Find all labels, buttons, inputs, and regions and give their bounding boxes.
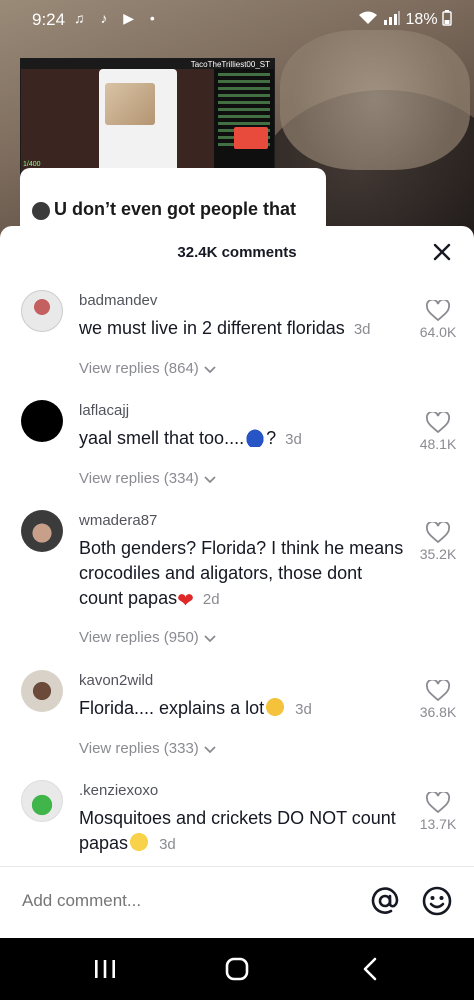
comment-body: Mosquitoes and crickets DO NOT count pap… bbox=[79, 808, 396, 853]
view-replies-button[interactable]: View replies (333) bbox=[79, 740, 217, 757]
heart-outline-icon[interactable] bbox=[426, 680, 450, 702]
avatar[interactable] bbox=[21, 290, 63, 332]
back-icon[interactable] bbox=[356, 956, 386, 982]
view-replies-button[interactable]: View replies (864) bbox=[79, 360, 217, 377]
status-right: 18% bbox=[357, 10, 452, 29]
comment-body: yaal smell that too.... bbox=[79, 428, 245, 448]
cap-emoji bbox=[244, 427, 267, 447]
caption-avatar bbox=[32, 202, 50, 220]
at-sign-icon[interactable] bbox=[369, 885, 401, 917]
eye-roll-emoji bbox=[128, 832, 151, 852]
comments-count-title: 32.4K comments bbox=[177, 244, 297, 261]
comments-sheet: 32.4K comments badmandev we must live in… bbox=[0, 226, 474, 938]
comment-date: 2d bbox=[202, 591, 220, 608]
like-button[interactable]: 36.8K bbox=[412, 680, 464, 720]
heart-outline-icon[interactable] bbox=[426, 522, 450, 544]
home-icon[interactable] bbox=[222, 956, 252, 982]
comment-username[interactable]: .kenziexoxo bbox=[79, 782, 158, 799]
chevron-down-icon bbox=[204, 476, 216, 484]
like-count: 36.8K bbox=[419, 704, 457, 720]
video-background[interactable]: TacoTheTrilliest00_ST 1/400 U don’t even… bbox=[0, 0, 474, 240]
like-button[interactable]: 13.7K bbox=[412, 792, 464, 832]
view-replies-label: View replies (333) bbox=[79, 740, 199, 757]
comment-text: Florida.... explains a lot 3d bbox=[79, 696, 409, 722]
like-button[interactable]: 48.1K bbox=[412, 412, 464, 452]
like-button[interactable]: 35.2K bbox=[412, 522, 464, 562]
comment-body: we must live in 2 different floridas bbox=[79, 318, 345, 338]
chevron-down-icon bbox=[204, 635, 216, 643]
close-icon[interactable] bbox=[430, 240, 454, 264]
comment-username[interactable]: wmadera87 bbox=[79, 512, 157, 529]
view-replies-label: View replies (334) bbox=[79, 470, 199, 487]
heart-outline-icon[interactable] bbox=[426, 300, 450, 322]
view-replies-label: View replies (864) bbox=[79, 360, 199, 377]
comments-header: 32.4K comments bbox=[0, 226, 474, 276]
comment-username[interactable]: kavon2wild bbox=[79, 672, 153, 689]
like-count: 48.1K bbox=[419, 436, 457, 452]
like-count: 64.0K bbox=[419, 324, 457, 340]
view-replies-button[interactable]: View replies (950) bbox=[79, 629, 217, 646]
chevron-down-icon bbox=[204, 746, 216, 754]
notification-icons: ♫ ♪ ▶ • bbox=[74, 10, 161, 26]
stream-handle: TacoTheTrilliest00_ST bbox=[190, 60, 270, 69]
heart-outline-icon[interactable] bbox=[426, 792, 450, 814]
comment-text: Mosquitoes and crickets DO NOT count pap… bbox=[79, 806, 409, 857]
avatar[interactable] bbox=[21, 400, 63, 442]
video-ceiling-blur bbox=[280, 30, 470, 170]
comment-body: Both genders? Florida? I think he means … bbox=[79, 538, 404, 608]
system-nav-bar bbox=[0, 938, 474, 1000]
comment-date: 3d bbox=[295, 701, 312, 718]
signal-icon bbox=[384, 11, 401, 25]
avatar[interactable] bbox=[21, 780, 63, 822]
status-time: 9:24 bbox=[32, 10, 66, 29]
comment-text: we must live in 2 different floridas 3d bbox=[79, 316, 409, 342]
red-heart-emoji: ❤ bbox=[177, 590, 194, 612]
comment-date: 3d bbox=[159, 836, 176, 853]
view-replies-label: View replies (950) bbox=[79, 629, 199, 646]
like-button[interactable]: 64.0K bbox=[412, 300, 464, 340]
stream-logo-card bbox=[234, 127, 268, 149]
chevron-down-icon bbox=[204, 366, 216, 374]
wifi-icon bbox=[358, 11, 377, 24]
video-caption: U don’t even got people that bbox=[54, 199, 296, 219]
view-replies-button[interactable]: View replies (334) bbox=[79, 470, 217, 487]
like-count: 35.2K bbox=[419, 546, 457, 562]
battery-percent: 18% bbox=[405, 11, 438, 28]
add-comment-input[interactable] bbox=[22, 891, 322, 911]
avatar[interactable] bbox=[21, 670, 63, 712]
stream-sub-count: 1/400 bbox=[23, 161, 41, 168]
comment-body-suffix: ? bbox=[266, 428, 277, 448]
comment-date: 3d bbox=[285, 431, 302, 448]
heart-outline-icon[interactable] bbox=[426, 412, 450, 434]
comment-text: Both genders? Florida? I think he means … bbox=[79, 536, 409, 612]
smiley-icon[interactable] bbox=[421, 885, 453, 917]
crying-emoji bbox=[264, 697, 287, 717]
battery-icon bbox=[442, 10, 452, 26]
recents-icon[interactable] bbox=[90, 956, 120, 982]
like-count: 13.7K bbox=[419, 816, 457, 832]
comment-body: Florida.... explains a lot bbox=[79, 698, 265, 718]
comment-date: 3d bbox=[353, 321, 371, 338]
status-bar: 9:24 ♫ ♪ ▶ • 18% bbox=[0, 0, 474, 38]
comment-username[interactable]: badmandev bbox=[79, 292, 157, 309]
avatar[interactable] bbox=[21, 510, 63, 552]
comment-text: yaal smell that too....? 3d bbox=[79, 426, 409, 452]
stream-food-image bbox=[105, 83, 155, 125]
add-comment-bar bbox=[0, 866, 474, 938]
comment-username[interactable]: laflacajj bbox=[79, 402, 129, 419]
